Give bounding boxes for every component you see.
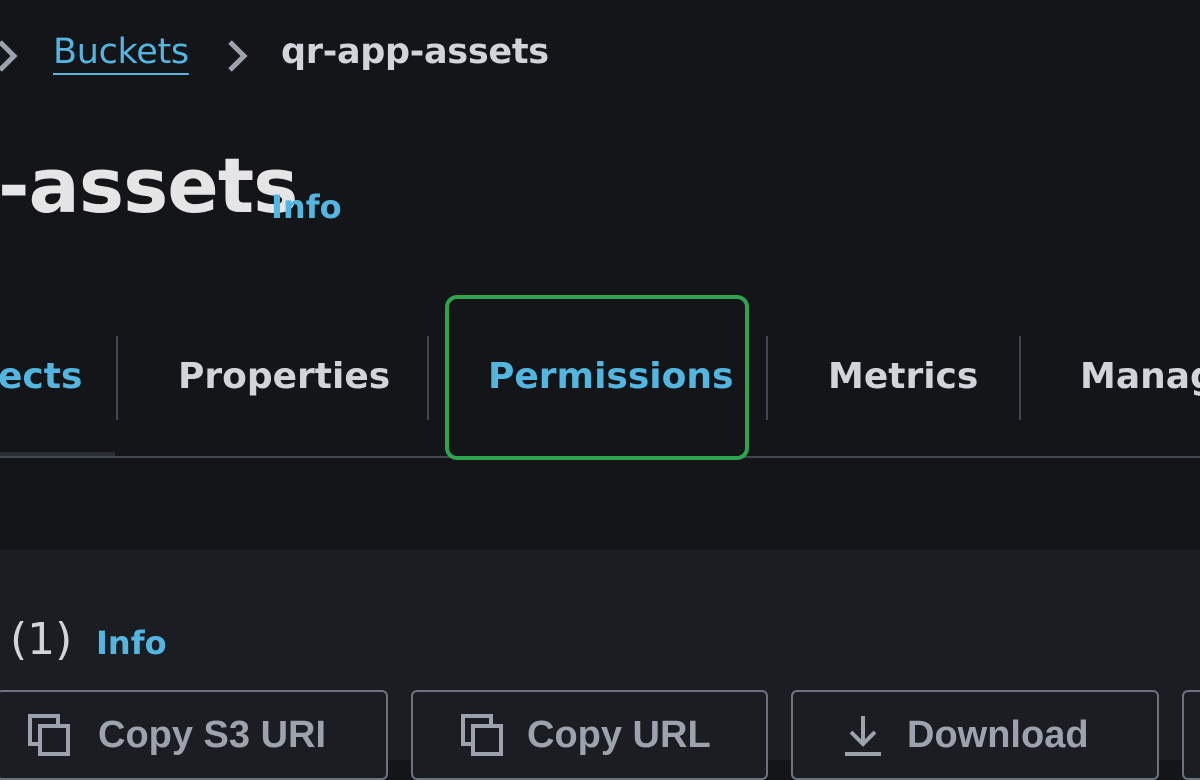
tab-objects[interactable]: ects [0, 356, 82, 397]
breadcrumb-current: qr-app-assets [281, 32, 549, 72]
copy-icon [459, 712, 507, 760]
section-info-link[interactable]: Info [96, 624, 167, 662]
chevron-right-icon [222, 36, 252, 76]
breadcrumb: Buckets qr-app-assets [0, 26, 600, 86]
chevron-right-icon [0, 36, 22, 76]
tab-divider [1019, 336, 1021, 420]
download-button[interactable]: Download [791, 690, 1159, 780]
permissions-tab-highlight [445, 295, 749, 460]
copy-url-button[interactable]: Copy URL [411, 690, 768, 780]
copy-icon [26, 712, 74, 760]
copy-s3-uri-label: Copy S3 URI [98, 714, 327, 756]
copy-s3-uri-button[interactable]: Copy S3 URI [0, 690, 388, 780]
copy-url-label: Copy URL [527, 714, 711, 756]
breadcrumb-buckets-link[interactable]: Buckets [53, 32, 189, 72]
tab-divider [766, 336, 768, 420]
title-info-link[interactable]: Info [271, 188, 342, 226]
tab-metrics[interactable]: Metrics [828, 356, 978, 397]
more-actions-button[interactable] [1182, 690, 1200, 780]
tab-divider [116, 336, 118, 420]
download-label: Download [907, 714, 1089, 756]
tab-properties[interactable]: Properties [178, 356, 390, 397]
tab-divider [427, 336, 429, 420]
page-title: -assets [0, 141, 298, 230]
objects-count: (1) [10, 614, 73, 665]
tab-management[interactable]: Manag [1080, 356, 1200, 397]
download-icon [839, 712, 887, 760]
